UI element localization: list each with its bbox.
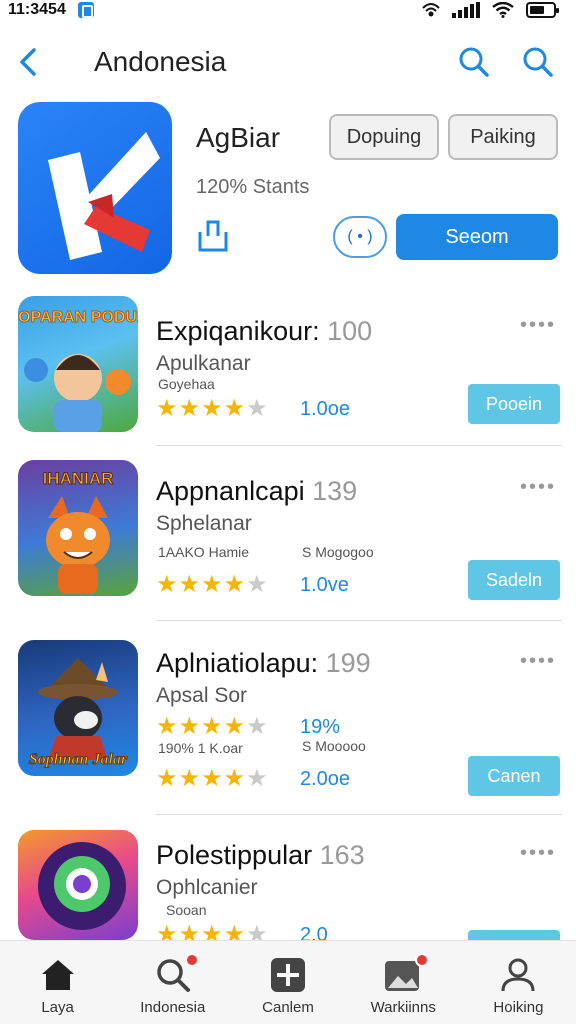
featured-app-name: AgBiar bbox=[196, 122, 281, 153]
chevron-left-icon bbox=[20, 48, 36, 76]
battery-icon bbox=[526, 2, 559, 18]
top-app-bar: Andonesia bbox=[0, 30, 576, 94]
app-subtitle: Apulkanar bbox=[156, 352, 251, 375]
search-icon bbox=[523, 47, 553, 77]
nav-label: Laya bbox=[41, 999, 74, 1016]
app-thumbnail[interactable]: POPARAN PODUA bbox=[18, 296, 138, 432]
plus-icon bbox=[268, 955, 308, 995]
search-button-secondary[interactable] bbox=[518, 42, 558, 82]
app-meta: 1AAKO Hamie bbox=[158, 544, 250, 560]
thumbnail-title: IHANIAR bbox=[43, 469, 114, 488]
app-title: Expiqanikour: 100 bbox=[156, 316, 373, 346]
rating-value: 2.0oe bbox=[300, 768, 351, 790]
install-button[interactable]: Canen bbox=[468, 756, 560, 796]
app-thumbnail[interactable] bbox=[18, 830, 138, 940]
thumbnail-title: Sophnan Jalar bbox=[29, 751, 128, 768]
wifi-icon bbox=[492, 2, 514, 18]
thumbnail-title: POPARAN PODUA bbox=[18, 309, 138, 326]
game-art-icon: IHANIAR bbox=[42, 469, 114, 594]
nav-item-canlem[interactable]: Canlem bbox=[230, 941, 345, 1024]
featured-app-stats: 120% Stants bbox=[196, 176, 310, 198]
search-button[interactable] bbox=[454, 42, 494, 82]
app-meta: Goyehaa bbox=[158, 376, 215, 392]
app-title: Aplniatiolapu: 199 bbox=[156, 648, 371, 678]
dopuing-button[interactable]: Dopuing bbox=[329, 114, 439, 160]
location-icon bbox=[422, 3, 440, 17]
app-thumbnail[interactable]: Sophnan Jalar bbox=[18, 640, 138, 776]
app-title: Polestippular 163 bbox=[156, 840, 365, 870]
status-time: 11:3454 bbox=[8, 1, 66, 18]
page-title: Andonesia bbox=[94, 46, 227, 77]
rating-value: 1.0oe bbox=[300, 398, 351, 420]
game-art-icon: POPARAN PODUA bbox=[18, 309, 138, 432]
app-title: Appnanlcapi 139 bbox=[156, 476, 358, 506]
search-icon bbox=[153, 953, 199, 995]
list-item[interactable]: Sophnan Jalar Aplniatiolapu: 199 Apsal S… bbox=[0, 640, 576, 810]
notification-dot bbox=[184, 953, 199, 967]
k-logo-icon bbox=[48, 132, 160, 260]
app-meta: 190% 1 K.oar bbox=[158, 740, 243, 756]
game-art-icon: Sophnan Jalar bbox=[28, 658, 128, 769]
app-meta: Sooan bbox=[166, 902, 207, 918]
featured-app-icon[interactable] bbox=[18, 102, 172, 274]
nav-label: Canlem bbox=[262, 999, 314, 1016]
star-rating-top: ★★★★★ bbox=[156, 713, 269, 740]
bottom-navigation: Laya Indonesia Canlem Warkiinns Hoiking bbox=[0, 940, 576, 1024]
nav-item-hoiking[interactable]: Hoiking bbox=[461, 941, 576, 1024]
more-options-button[interactable]: •••• bbox=[520, 314, 556, 337]
status-bar: 11:3454 bbox=[0, 0, 576, 20]
app-subtitle: Ophlcanier bbox=[156, 876, 258, 899]
seeom-button[interactable]: Seeom bbox=[396, 214, 558, 260]
app-meta-secondary: S Mooooo bbox=[302, 738, 366, 754]
featured-app: AgBiar 120% Stants Dopuing Paiking ( • )… bbox=[0, 100, 576, 290]
location-pin-icon bbox=[38, 842, 126, 930]
nav-label: Warkiinns bbox=[370, 999, 436, 1016]
notification-dot bbox=[415, 953, 430, 967]
notification-icon bbox=[77, 2, 94, 18]
divider bbox=[156, 620, 562, 621]
nav-label: Hoiking bbox=[493, 999, 544, 1016]
rating-value-top: 19% bbox=[300, 716, 341, 738]
list-item[interactable]: IHANIAR Appnanlcapi 139 Sphelanar 1AAKO … bbox=[0, 460, 576, 630]
nav-label: Indonesia bbox=[140, 999, 206, 1016]
install-button[interactable]: Pooein bbox=[468, 384, 560, 424]
search-icon bbox=[459, 47, 489, 77]
more-options-button[interactable]: •••• bbox=[520, 842, 556, 865]
nav-item-warkiinns[interactable]: Warkiinns bbox=[346, 941, 461, 1024]
divider bbox=[156, 814, 562, 815]
paiking-button[interactable]: Paiking bbox=[448, 114, 558, 160]
app-subtitle: Sphelanar bbox=[156, 512, 252, 535]
list-item[interactable]: POPARAN PODUA Expiqanikour: 100 Apulkana… bbox=[0, 296, 576, 466]
more-options-button[interactable]: •••• bbox=[520, 650, 556, 673]
nav-item-laya[interactable]: Laya bbox=[0, 941, 115, 1024]
back-button[interactable] bbox=[18, 42, 42, 82]
app-meta-secondary: S Mogogoo bbox=[302, 544, 374, 560]
image-icon bbox=[383, 953, 430, 995]
profile-icon bbox=[498, 955, 538, 995]
app-thumbnail[interactable]: IHANIAR bbox=[18, 460, 138, 596]
preview-toggle[interactable]: ( • ) bbox=[333, 216, 387, 258]
home-icon bbox=[38, 955, 78, 995]
app-subtitle: Apsal Sor bbox=[156, 684, 248, 707]
star-rating: ★★★★★ bbox=[156, 395, 269, 422]
more-options-button[interactable]: •••• bbox=[520, 476, 556, 499]
nav-item-indonesia[interactable]: Indonesia bbox=[115, 941, 230, 1024]
star-rating: ★★★★★ bbox=[156, 571, 269, 598]
share-icon[interactable] bbox=[196, 216, 230, 254]
divider bbox=[156, 445, 562, 446]
install-button[interactable]: Sadeln bbox=[468, 560, 560, 600]
rating-value: 1.0ve bbox=[300, 574, 349, 596]
signal-icon bbox=[452, 2, 480, 18]
star-rating: ★★★★★ bbox=[156, 765, 269, 792]
